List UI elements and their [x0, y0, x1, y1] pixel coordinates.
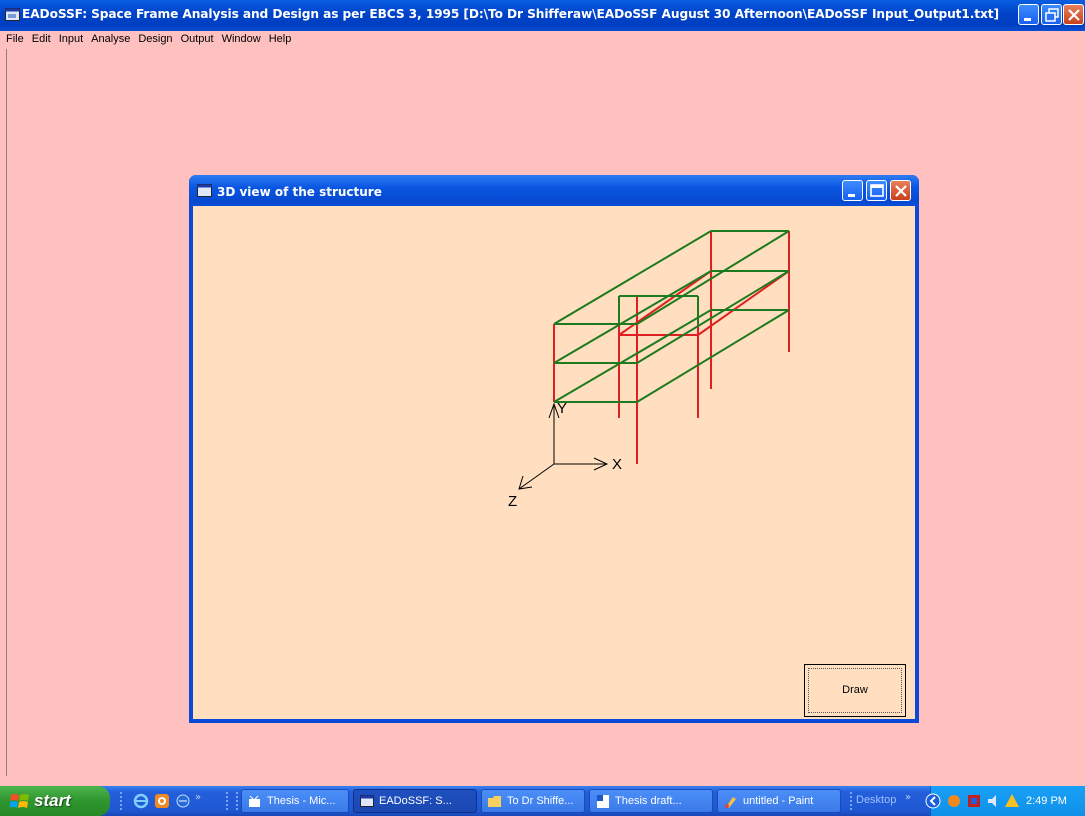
column-lines	[553, 231, 790, 464]
taskbar-grip	[226, 792, 228, 810]
child-maximize-button[interactable]	[866, 180, 887, 201]
coordinate-axes: Y X Z	[508, 400, 622, 510]
quick-launch-chevron-icon[interactable]: »	[195, 792, 201, 803]
browser-icon[interactable]	[175, 793, 191, 809]
restore-icon	[1045, 8, 1059, 22]
task-to-dr-shiffe[interactable]: To Dr Shiffe...	[481, 789, 585, 813]
system-tray: 2:49 PM	[925, 786, 1085, 816]
draw-button[interactable]: Draw	[804, 664, 906, 717]
desktop-toolbar-label[interactable]: Desktop	[856, 794, 896, 806]
clock[interactable]: 2:49 PM	[1026, 795, 1067, 807]
restore-button[interactable]	[1041, 4, 1062, 25]
child-window-title: 3D view of the structure	[217, 185, 382, 199]
structure-3d-canvas[interactable]: Y X Z	[193, 206, 915, 719]
beam-line	[636, 270, 790, 364]
menu-window[interactable]: Window	[218, 31, 265, 45]
z-axis-line	[518, 463, 555, 490]
menu-edit[interactable]: Edit	[28, 31, 55, 45]
volume-icon[interactable]	[986, 793, 1002, 809]
menu-input[interactable]: Input	[55, 31, 87, 45]
desktop-toolbar-grip	[850, 792, 852, 810]
minimize-icon	[848, 194, 855, 197]
word-icon	[597, 795, 609, 808]
view3d-client-area: Y X Z Draw	[193, 206, 915, 719]
quick-launch-grip	[120, 792, 122, 810]
close-icon	[895, 185, 907, 197]
back-arrow-icon[interactable]	[925, 793, 941, 809]
app-window-icon	[5, 8, 20, 21]
minimize-button[interactable]	[1018, 4, 1039, 25]
paint-icon	[725, 797, 736, 808]
start-label: start	[34, 791, 71, 810]
menu-file[interactable]: File	[0, 31, 28, 45]
ie-icon[interactable]	[133, 793, 149, 809]
close-button[interactable]	[1063, 4, 1084, 25]
taskbar-grip-2	[236, 792, 238, 810]
main-title-bar[interactable]: EADoSSF: Space Frame Analysis and Design…	[0, 0, 1085, 31]
child-title-bar[interactable]: 3D view of the structure	[189, 175, 919, 206]
child-window-3d-view: 3D view of the structure Y X Z Draw	[189, 175, 919, 723]
task-thesis-draft[interactable]: Thesis draft...	[589, 789, 713, 813]
security-icon[interactable]	[966, 793, 982, 809]
child-close-button[interactable]	[890, 180, 911, 201]
beam-lines	[553, 230, 790, 403]
child-minimize-button[interactable]	[842, 180, 863, 201]
maximize-icon	[870, 184, 884, 197]
x-axis-label: X	[612, 456, 622, 473]
desktop-chevron-icon[interactable]: »	[905, 792, 911, 803]
close-icon	[1068, 9, 1080, 21]
task-thesis-mic[interactable]: Thesis - Mic...	[241, 789, 349, 813]
beam-line	[553, 230, 712, 325]
menu-analyse[interactable]: Analyse	[87, 31, 134, 45]
mdi-border	[6, 49, 7, 776]
y-axis-label: Y	[557, 400, 567, 417]
z-axis-label: Z	[508, 493, 517, 510]
focus-rectangle	[808, 668, 902, 713]
app-window-icon	[360, 795, 374, 807]
folder-icon	[488, 796, 501, 807]
menu-help[interactable]: Help	[265, 31, 296, 45]
beam-line	[553, 270, 712, 364]
update-icon[interactable]	[1004, 793, 1020, 809]
task-eadossf[interactable]: EADoSSF: S...	[353, 789, 477, 813]
explorer-icon	[249, 795, 260, 807]
start-button[interactable]: start	[0, 786, 110, 816]
form-window-icon	[197, 184, 212, 197]
main-window-title: EADoSSF: Space Frame Analysis and Design…	[22, 7, 999, 21]
network-icon[interactable]	[946, 793, 962, 809]
menu-design[interactable]: Design	[134, 31, 176, 45]
menu-bar: File Edit Input Analyse Design Output Window He…	[0, 31, 1085, 49]
windows-flag-icon	[10, 794, 29, 808]
menu-output[interactable]: Output	[177, 31, 218, 45]
media-icon[interactable]	[154, 793, 170, 809]
minimize-icon	[1024, 18, 1031, 21]
task-untitled-paint[interactable]: untitled - Paint	[717, 789, 841, 813]
taskbar: start » Thesis - Mic... EADoSSF: S... To…	[0, 786, 1085, 816]
